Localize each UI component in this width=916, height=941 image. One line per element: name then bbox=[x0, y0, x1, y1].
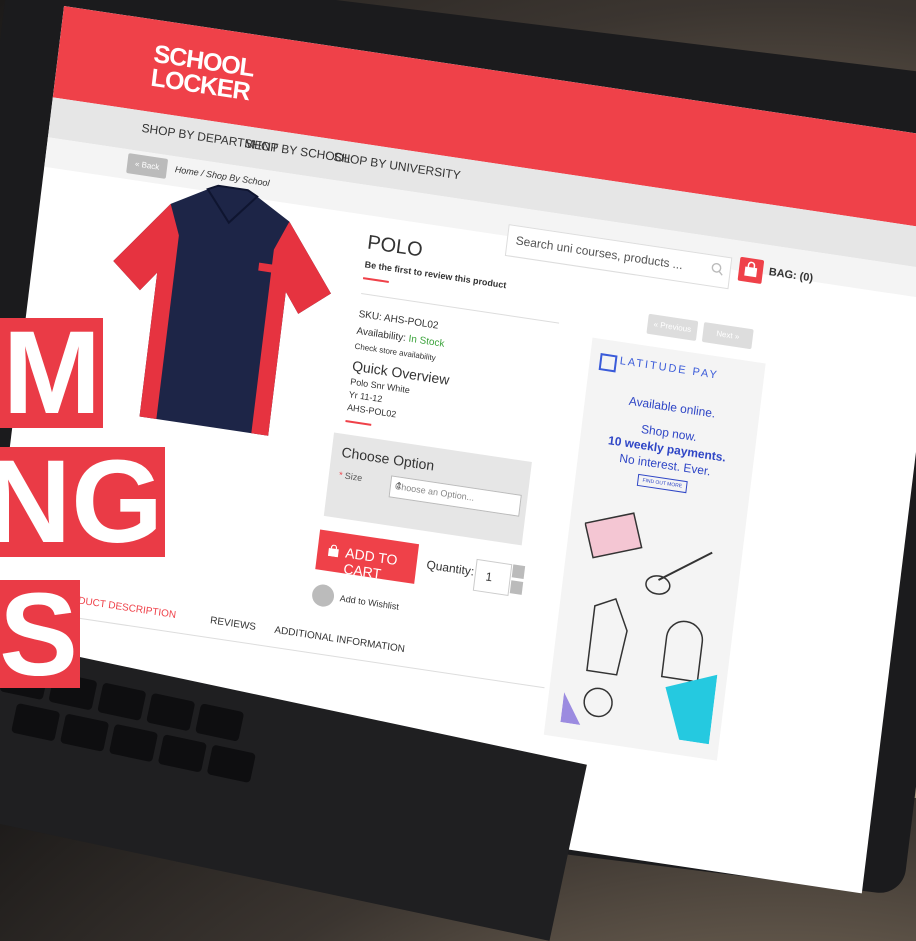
latitudepay-logo-icon bbox=[598, 353, 618, 373]
size-select[interactable]: Choose an Option... ⇕ bbox=[388, 475, 522, 517]
keyboard-key bbox=[11, 702, 61, 742]
heart-icon[interactable] bbox=[310, 583, 336, 609]
overlay-text: M bbox=[2, 318, 101, 428]
keyboard-key bbox=[157, 734, 208, 773]
title-divider bbox=[362, 277, 389, 283]
select-arrow-icon: ⇕ bbox=[394, 480, 404, 492]
keyboard-key bbox=[195, 703, 245, 742]
overlay-text: NG bbox=[0, 447, 163, 557]
latitudepay-ad[interactable]: LATITUDE PAY Available online. Shop now.… bbox=[543, 337, 766, 761]
required-marker: * bbox=[338, 469, 344, 481]
keyboard-key bbox=[108, 723, 159, 763]
availability-label: Availability: bbox=[355, 325, 407, 345]
review-link[interactable]: Be the first to review this product bbox=[364, 259, 507, 290]
size-label: * Size bbox=[338, 470, 363, 483]
add-to-cart-label: ADD TO CART bbox=[342, 544, 399, 582]
availability-value: In Stock bbox=[407, 333, 446, 350]
keyboard-key bbox=[59, 713, 110, 752]
product-image[interactable] bbox=[85, 165, 353, 449]
ad-brand: LATITUDE PAY bbox=[619, 355, 720, 382]
keyboard-key bbox=[97, 682, 147, 721]
tab-additional-information[interactable]: ADDITIONAL INFORMATION bbox=[274, 625, 406, 655]
overlay-text-tile: S bbox=[0, 580, 80, 688]
quantity-value: 1 bbox=[484, 569, 494, 585]
choose-option-title: Choose Option bbox=[340, 443, 436, 474]
quantity-decrease-button[interactable] bbox=[509, 580, 524, 595]
site-logo[interactable]: SCHOOL LOCKER bbox=[149, 40, 255, 106]
search-icon[interactable] bbox=[710, 261, 724, 276]
overlay-text-tile: NG bbox=[0, 447, 165, 557]
quantity-input[interactable]: 1 bbox=[472, 558, 513, 596]
overview-divider bbox=[345, 420, 372, 426]
quick-overview-line: Yr 11-12 bbox=[348, 389, 383, 405]
shopping-bag-icon bbox=[327, 544, 339, 558]
quantity-label: Quantity: bbox=[425, 557, 476, 579]
overlay-text-tile: M bbox=[0, 318, 103, 428]
choose-option-panel: Choose Option * Size Choose an Option...… bbox=[323, 432, 532, 546]
tab-reviews[interactable]: REVIEWS bbox=[210, 615, 257, 633]
add-to-cart-button[interactable]: ADD TO CART bbox=[315, 529, 420, 584]
keyboard-key bbox=[146, 692, 196, 732]
find-out-more-button[interactable]: FIND OUT MORE bbox=[636, 473, 688, 494]
overlay-text: S bbox=[0, 580, 78, 688]
add-to-wishlist-link[interactable]: Add to Wishlist bbox=[339, 593, 399, 612]
quick-overview-line: AHS-POL02 bbox=[346, 402, 397, 420]
previous-button[interactable]: « Previous bbox=[646, 313, 699, 341]
keyboard-key bbox=[206, 744, 256, 784]
size-label-text: Size bbox=[344, 470, 363, 484]
next-button[interactable]: Next » bbox=[701, 322, 754, 350]
product-title: POLO bbox=[366, 231, 424, 262]
quantity-increase-button[interactable] bbox=[511, 564, 526, 580]
shopping-bag-icon[interactable] bbox=[737, 256, 765, 285]
ad-illustration bbox=[560, 512, 718, 745]
